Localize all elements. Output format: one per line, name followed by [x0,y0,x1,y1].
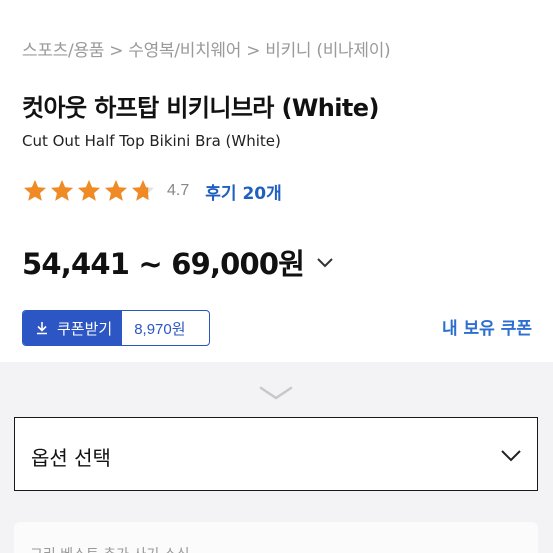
coupon-download-button[interactable]: 쿠폰받기 8,970원 [22,310,210,346]
star-icon [76,178,102,204]
coupon-row: 쿠폰받기 8,970원 내 보유 쿠폰 [22,310,532,348]
coupon-amount: 8,970원 [134,320,186,338]
price-range: 54,441 ~ 69,000원 [22,247,305,281]
option-chevron-icon [501,450,521,462]
download-icon [37,322,47,335]
chevron-down-icon[interactable] [314,251,336,273]
star-icon [130,178,156,204]
breadcrumb[interactable]: 스포츠/용품 > 수영복/비치웨어 > 비키니 (비나제이) [22,36,391,61]
star-icon [103,178,129,204]
product-detail-page: 스포츠/용품 > 수영복/비치웨어 > 비키니 (비나제이) 컷아웃 하프탑 비… [0,0,553,553]
product-subtitle: Cut Out Half Top Bikini Bra (White) [22,132,281,150]
rating-row: 4.7 후기 20개 [22,176,282,206]
coupon-button-label: 쿠폰받기 [57,319,113,338]
my-coupon-link[interactable]: 내 보유 쿠폰 [442,314,532,339]
rating-value: 4.7 [167,182,190,199]
star-rating [22,178,157,204]
option-select-dropdown[interactable]: 옵션 선택 [14,417,538,491]
expand-chevron-icon[interactable] [258,384,294,402]
option-select-label: 옵션 선택 [31,446,111,470]
bottom-panel-text: 그리 베스트 추가 사기 소식 [30,544,189,553]
price-row[interactable]: 54,441 ~ 69,000원 [22,240,336,284]
coupon-get-section[interactable]: 쿠폰받기 [23,311,123,345]
product-title: 컷아웃 하프탑 비키니브라 (White) [22,94,379,122]
star-icon [22,178,48,204]
star-icon [49,178,75,204]
bottom-info-panel: 그리 베스트 추가 사기 소식 [14,522,538,553]
review-count-link[interactable]: 후기 20개 [205,179,282,204]
